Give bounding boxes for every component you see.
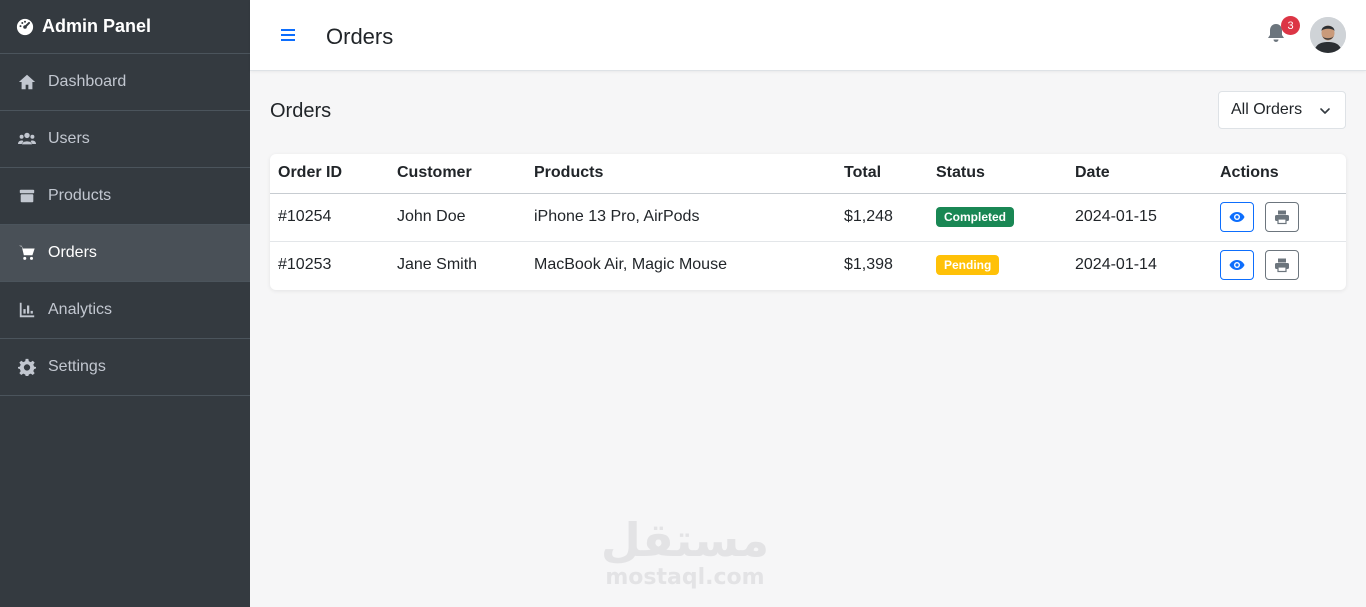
date-cell: 2024-01-15 (1075, 208, 1157, 225)
hamburger-menu-icon[interactable] (280, 26, 296, 44)
printer-icon (1275, 210, 1290, 225)
table-row: #10254 John Doe iPhone 13 Pro, AirPods $… (270, 193, 1346, 241)
total-cell: $1,248 (844, 208, 893, 225)
box-icon (19, 189, 35, 203)
date-cell: 2024-01-14 (1075, 256, 1157, 274)
sidebar-item-analytics[interactable]: Analytics (0, 282, 250, 339)
sidebar: Admin Panel Dashboard Users Products Ord… (0, 0, 250, 607)
status-badge: Pending (936, 255, 1000, 276)
order-id-cell: #10253 (278, 256, 332, 274)
sidebar-item-label: Analytics (48, 301, 113, 318)
customer-cell: John Doe (397, 208, 466, 225)
view-order-button[interactable] (1220, 250, 1254, 281)
orders-table: Order ID Customer Products Total Status … (270, 154, 1346, 289)
status-cell: Pending (928, 241, 1067, 289)
sidebar-item-users[interactable]: Users (0, 111, 250, 168)
home-icon (18, 74, 36, 90)
sidebar-item-orders[interactable]: Orders (0, 225, 250, 282)
orders-table-card: Order ID Customer Products Total Status … (270, 154, 1346, 290)
top-header: Orders 3 (250, 0, 1366, 71)
users-icon (18, 132, 36, 145)
column-header-actions: Actions (1220, 164, 1279, 182)
column-header-date: Date (1075, 164, 1110, 182)
status-badge: Completed (936, 207, 1015, 227)
eye-icon (1229, 212, 1245, 222)
actions-cell (1212, 241, 1346, 289)
table-row: #10253 Jane Smith MacBook Air, Magic Mou… (270, 241, 1346, 289)
print-order-button[interactable] (1265, 202, 1300, 232)
chart-icon (19, 302, 35, 318)
eye-icon (1229, 260, 1245, 271)
orders-filter-select[interactable]: All Orders (1218, 91, 1346, 129)
sidebar-item-label: Orders (48, 244, 97, 261)
table-header-row: Order ID Customer Products Total Status … (270, 154, 1346, 193)
actions-cell (1212, 193, 1346, 241)
column-header-customer: Customer (397, 164, 472, 182)
watermark-arabic: مستقل (600, 513, 770, 567)
chevron-down-icon (1320, 108, 1330, 114)
status-cell: Completed (928, 193, 1067, 241)
sidebar-item-label: Users (48, 130, 90, 147)
watermark-latin: mostaql.com (605, 565, 765, 590)
sidebar-item-label: Settings (48, 358, 106, 375)
view-order-button[interactable] (1220, 202, 1254, 232)
notification-badge: 3 (1281, 16, 1300, 35)
gauge-icon (16, 18, 34, 35)
avatar[interactable] (1310, 17, 1346, 53)
sidebar-item-dashboard[interactable]: Dashboard (0, 54, 250, 111)
filter-selected-value: All Orders (1231, 101, 1303, 118)
section-title: Orders (270, 100, 332, 122)
user-avatar-icon (1310, 17, 1346, 53)
total-cell: $1,398 (844, 256, 893, 274)
products-cell: MacBook Air, Magic Mouse (534, 256, 727, 274)
printer-icon (1275, 258, 1290, 273)
brand[interactable]: Admin Panel (0, 0, 250, 54)
watermark: مستقل mostaql.com (600, 515, 770, 591)
print-order-button[interactable] (1265, 250, 1300, 281)
products-cell: iPhone 13 Pro, AirPods (534, 208, 700, 225)
sidebar-item-settings[interactable]: Settings (0, 339, 250, 396)
column-header-products: Products (534, 164, 604, 182)
order-id-cell: #10254 (278, 208, 332, 225)
brand-title: Admin Panel (42, 16, 152, 36)
cart-icon (18, 245, 35, 260)
sidebar-item-label: Dashboard (48, 73, 127, 90)
sidebar-item-label: Products (48, 187, 112, 204)
column-header-total: Total (844, 164, 882, 182)
column-header-order-id: Order ID (278, 164, 343, 182)
page-title: Orders (326, 24, 394, 49)
column-header-status: Status (936, 164, 985, 182)
gear-icon (18, 358, 36, 376)
customer-cell: Jane Smith (397, 256, 478, 274)
sidebar-item-products[interactable]: Products (0, 168, 250, 225)
